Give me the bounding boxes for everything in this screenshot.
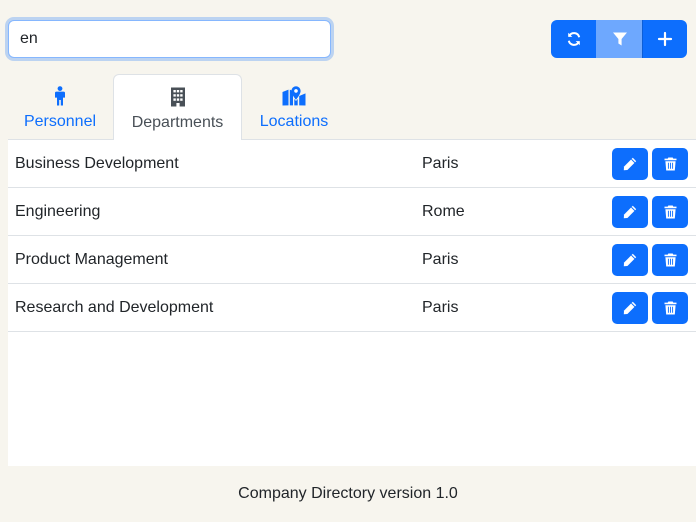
- add-button[interactable]: [642, 20, 687, 58]
- department-name: Research and Development: [15, 298, 214, 316]
- tab-locations[interactable]: Locations: [250, 74, 338, 140]
- department-location: Paris: [422, 298, 459, 316]
- refresh-icon: [566, 31, 582, 47]
- delete-button[interactable]: [652, 148, 688, 180]
- edit-button[interactable]: [612, 196, 648, 228]
- department-name: Business Development: [15, 154, 179, 172]
- version-text: Company Directory version 1.0: [238, 485, 458, 502]
- table-row: Product Management Paris: [8, 236, 696, 284]
- department-table: Business Development Paris Engineering R…: [8, 140, 696, 466]
- table-row: Business Development Paris: [8, 140, 696, 188]
- trash-icon: [664, 205, 677, 219]
- delete-button[interactable]: [652, 244, 688, 276]
- tab-label: Locations: [259, 113, 329, 130]
- filter-button[interactable]: [596, 20, 642, 58]
- tab-label: Departments: [131, 114, 224, 131]
- tab-personnel[interactable]: Personnel: [16, 74, 104, 140]
- pencil-icon: [623, 157, 637, 171]
- delete-button[interactable]: [652, 196, 688, 228]
- pencil-icon: [623, 301, 637, 315]
- department-location: Rome: [422, 202, 465, 220]
- department-name: Product Management: [15, 250, 168, 268]
- person-icon: [54, 85, 66, 107]
- edit-button[interactable]: [612, 148, 648, 180]
- trash-icon: [664, 157, 677, 171]
- building-icon: [170, 86, 186, 108]
- plus-icon: [657, 31, 673, 47]
- edit-button[interactable]: [612, 244, 648, 276]
- trash-icon: [664, 301, 677, 315]
- department-location: Paris: [422, 154, 459, 172]
- footer: Company Directory version 1.0: [0, 466, 696, 522]
- table-row: Engineering Rome: [8, 188, 696, 236]
- tab-departments[interactable]: Departments: [113, 74, 242, 141]
- delete-button[interactable]: [652, 292, 688, 324]
- refresh-button[interactable]: [551, 20, 596, 58]
- edit-button[interactable]: [612, 292, 648, 324]
- filter-icon: [612, 31, 628, 47]
- pencil-icon: [623, 253, 637, 267]
- trash-icon: [664, 253, 677, 267]
- search-input[interactable]: [8, 20, 331, 58]
- toolbar-button-group: [551, 20, 687, 58]
- tab-bar: Personnel Departments Locations: [8, 74, 696, 141]
- table-row: Research and Development Paris: [8, 284, 696, 332]
- pencil-icon: [623, 205, 637, 219]
- department-location: Paris: [422, 250, 459, 268]
- map-location-icon: [282, 85, 306, 107]
- tab-label: Personnel: [23, 113, 97, 130]
- department-name: Engineering: [15, 202, 101, 220]
